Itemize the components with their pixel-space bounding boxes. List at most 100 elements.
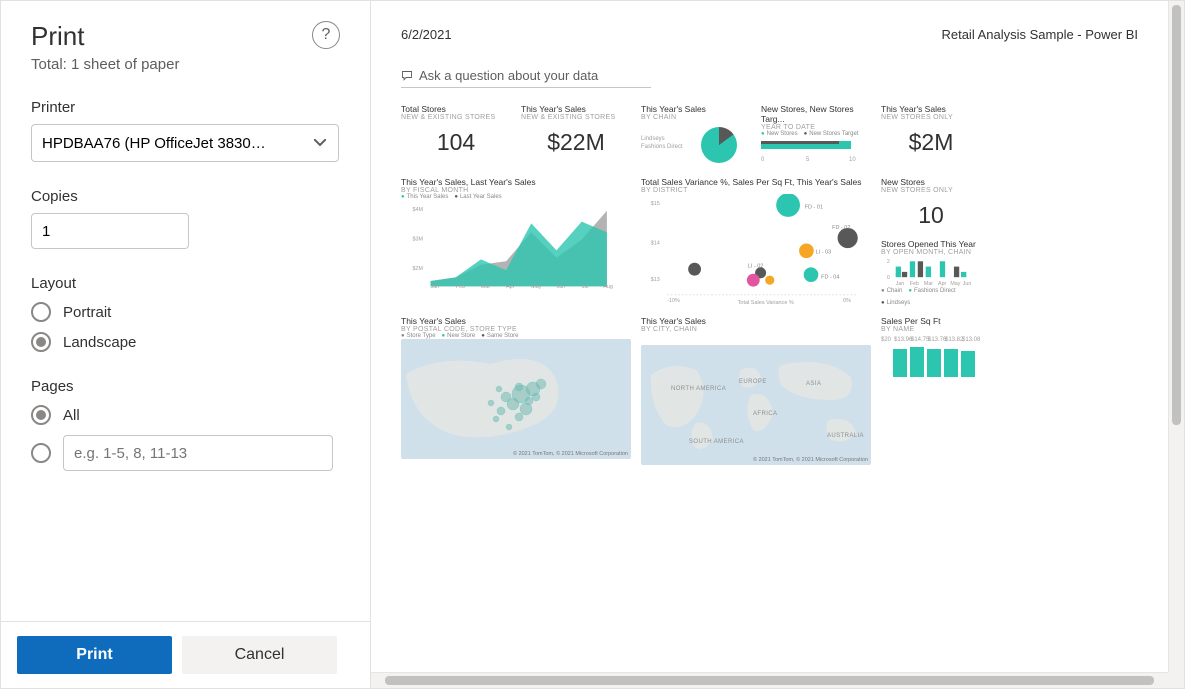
tile-subtitle: NEW & EXISTING STORES [401, 114, 511, 121]
tile-subtitle: BY POSTAL CODE, STORE TYPE [401, 326, 631, 333]
tile-title: Stores Opened This Year [881, 239, 981, 249]
pages-all-label: All [63, 407, 80, 424]
svg-text:NORTH AMERICA: NORTH AMERICA [671, 386, 726, 392]
tile-sales-city: This Year's Sales BY CITY, CHAIN NORTH A… [641, 316, 871, 465]
svg-text:Jul: Jul [582, 284, 589, 290]
svg-text:May: May [950, 281, 960, 286]
sheet-count: Total: 1 sheet of paper [31, 56, 179, 73]
svg-text:$3M: $3M [413, 237, 424, 243]
radio-icon [31, 302, 51, 322]
page-title: Print [31, 21, 179, 52]
map-attribution: © 2021 TomTom, © 2021 Microsoft Corporat… [513, 451, 628, 457]
printer-label: Printer [31, 99, 340, 116]
layout-portrait-label: Portrait [63, 304, 111, 321]
pie-chart [701, 127, 737, 163]
help-button[interactable]: ? [312, 21, 340, 49]
svg-text:Mar: Mar [481, 284, 490, 290]
layout-section: Layout Portrait Landscape [31, 275, 340, 352]
copies-input[interactable] [31, 213, 189, 249]
printer-section: Printer HPDBAA76 (HP OfficeJet 3830… [31, 99, 340, 162]
svg-text:$4M: $4M [413, 207, 424, 213]
svg-text:SOUTH AMERICA: SOUTH AMERICA [689, 439, 744, 445]
vertical-scrollbar[interactable] [1168, 1, 1184, 672]
tile-subtitle: NEW STORES ONLY [881, 187, 981, 194]
tile-total-stores: Total Stores NEW & EXISTING STORES 104 [401, 104, 511, 167]
svg-text:AUSTRALIA: AUSTRALIA [827, 433, 864, 439]
svg-text:ASIA: ASIA [806, 381, 821, 387]
svg-text:Feb: Feb [456, 284, 465, 290]
tile-subtitle: BY OPEN MONTH, CHAIN [881, 249, 981, 256]
tile-subtitle: BY NAME [881, 326, 981, 333]
tile-title: This Year's Sales [641, 316, 871, 326]
svg-text:Apr: Apr [506, 284, 515, 290]
tile-this-year-sales: This Year's Sales NEW & EXISTING STORES … [521, 104, 631, 167]
copies-label: Copies [31, 188, 340, 205]
tile-stores-opened: Stores Opened This Year BY OPEN MONTH, C… [881, 239, 981, 306]
svg-text:0: 0 [761, 157, 765, 163]
print-panel: Print Total: 1 sheet of paper ? Printer … [1, 1, 371, 688]
tile-title: Total Stores [401, 104, 511, 114]
pages-label: Pages [31, 378, 340, 395]
tile-title: This Year's Sales [521, 104, 631, 114]
svg-text:Jan: Jan [896, 281, 905, 286]
svg-text:$20: $20 [881, 337, 892, 343]
layout-portrait-option[interactable]: Portrait [31, 302, 340, 322]
tile-title: This Year's Sales, Last Year's Sales [401, 177, 631, 187]
pages-all-option[interactable]: All [31, 405, 340, 425]
svg-text:0%: 0% [843, 298, 851, 304]
tile-sales-sqft: Sales Per Sq Ft BY NAME $20 $13.96$14.75… [881, 316, 981, 465]
bar-chart: 2 0 Jan Feb Mar [881, 256, 981, 288]
svg-text:LI - 03: LI - 03 [816, 250, 832, 256]
tile-this-year-new: This Year's Sales NEW STORES ONLY $2M [881, 104, 981, 167]
horizontal-scrollbar[interactable] [371, 672, 1168, 688]
svg-text:LI - 02: LI - 02 [748, 263, 764, 269]
map-us: © 2021 TomTom, © 2021 Microsoft Corporat… [401, 339, 631, 459]
panel-footer: Print Cancel [1, 621, 370, 688]
svg-text:Apr: Apr [938, 281, 946, 286]
pages-custom-input[interactable] [63, 435, 333, 471]
svg-text:2: 2 [887, 259, 890, 265]
svg-text:FD - 04: FD - 04 [821, 274, 839, 280]
help-icon: ? [322, 26, 331, 44]
bar-chart: $20 $13.96$14.75 $13.76$13.82 $13.08 [881, 333, 981, 389]
layout-landscape-option[interactable]: Landscape [31, 332, 340, 352]
tile-subtitle: NEW & EXISTING STORES [521, 114, 631, 121]
tile-title: Sales Per Sq Ft [881, 316, 981, 326]
tile-new-stores-count: New Stores NEW STORES ONLY 10 [881, 177, 981, 229]
map-attribution: © 2021 TomTom, © 2021 Microsoft Corporat… [753, 457, 868, 463]
radio-icon [31, 405, 51, 425]
tile-new-stores-target: New Stores, New Stores Targ... YEAR TO D… [761, 104, 871, 167]
radio-icon [31, 443, 51, 463]
map-world: NORTH AMERICA EUROPE ASIA AFRICA SOUTH A… [641, 345, 871, 465]
svg-text:10: 10 [849, 157, 856, 163]
tile-value: 104 [401, 129, 511, 156]
preview-date: 6/2/2021 [401, 27, 452, 42]
copies-section: Copies [31, 188, 340, 249]
tile-subtitle: NEW STORES ONLY [881, 114, 981, 121]
svg-text:Jun: Jun [557, 284, 566, 290]
svg-text:$13.08: $13.08 [962, 337, 981, 343]
svg-text:$15: $15 [651, 201, 660, 207]
panel-body[interactable]: Printer HPDBAA76 (HP OfficeJet 3830… Cop… [1, 83, 370, 621]
tile-variance-sqft: Total Sales Variance %, Sales Per Sq Ft,… [641, 177, 871, 306]
bubble-chart: $15 $14 $13 -10% 0% Total Sales Variance… [641, 194, 871, 304]
tile-subtitle: BY CHAIN [641, 114, 751, 121]
svg-text:May: May [531, 284, 541, 290]
panel-header: Print Total: 1 sheet of paper ? [1, 1, 370, 83]
svg-text:5: 5 [806, 157, 810, 163]
tile-value: $2M [881, 129, 981, 156]
print-button[interactable]: Print [17, 636, 172, 674]
svg-text:AFRICA: AFRICA [753, 411, 777, 417]
tile-title: This Year's Sales [881, 104, 981, 114]
printer-select[interactable]: HPDBAA76 (HP OfficeJet 3830… [31, 124, 339, 162]
tile-sales-postal: This Year's Sales BY POSTAL CODE, STORE … [401, 316, 631, 465]
cancel-button[interactable]: Cancel [182, 636, 337, 674]
svg-text:Mar: Mar [924, 281, 933, 286]
svg-text:$2M: $2M [413, 266, 424, 272]
qna-input[interactable]: Ask a question about your data [401, 64, 651, 88]
svg-text:$13: $13 [651, 277, 660, 283]
tile-subtitle: BY FISCAL MONTH [401, 187, 631, 194]
svg-text:Aug: Aug [603, 284, 613, 290]
area-chart: $4M $3M $2M JanFebMar AprMayJun JulAug [401, 200, 631, 292]
pages-custom-option[interactable] [31, 435, 340, 471]
